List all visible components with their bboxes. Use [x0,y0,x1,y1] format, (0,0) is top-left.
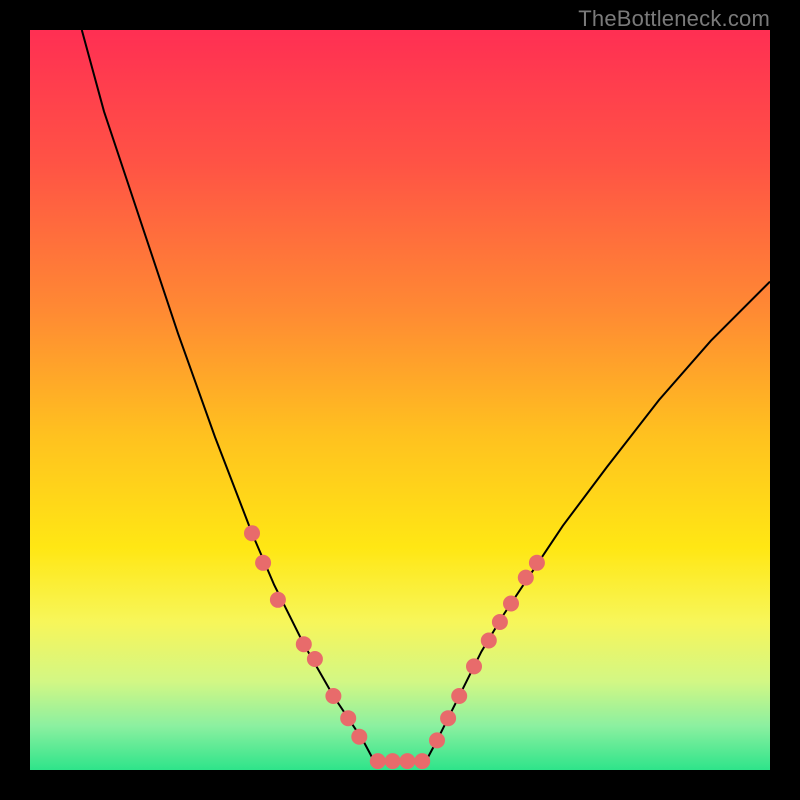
data-marker [451,688,467,704]
data-marker [429,732,445,748]
data-marker [503,596,519,612]
data-marker [414,753,430,769]
data-marker [307,651,323,667]
data-marker [466,658,482,674]
data-marker [244,525,260,541]
marker-group [244,525,545,769]
data-marker [296,636,312,652]
chart-frame: TheBottleneck.com [0,0,800,800]
data-marker [370,753,386,769]
plot-area [30,30,770,770]
data-marker [255,555,271,571]
watermark-text: TheBottleneck.com [578,6,770,32]
curve-right-branch [426,282,770,762]
data-marker [385,753,401,769]
data-marker [529,555,545,571]
data-marker [325,688,341,704]
data-marker [481,633,497,649]
data-marker [492,614,508,630]
curve-left-branch [82,30,374,761]
data-marker [270,592,286,608]
data-marker [340,710,356,726]
curve-layer [30,30,770,770]
data-marker [399,753,415,769]
data-marker [518,570,534,586]
data-marker [351,729,367,745]
data-marker [440,710,456,726]
